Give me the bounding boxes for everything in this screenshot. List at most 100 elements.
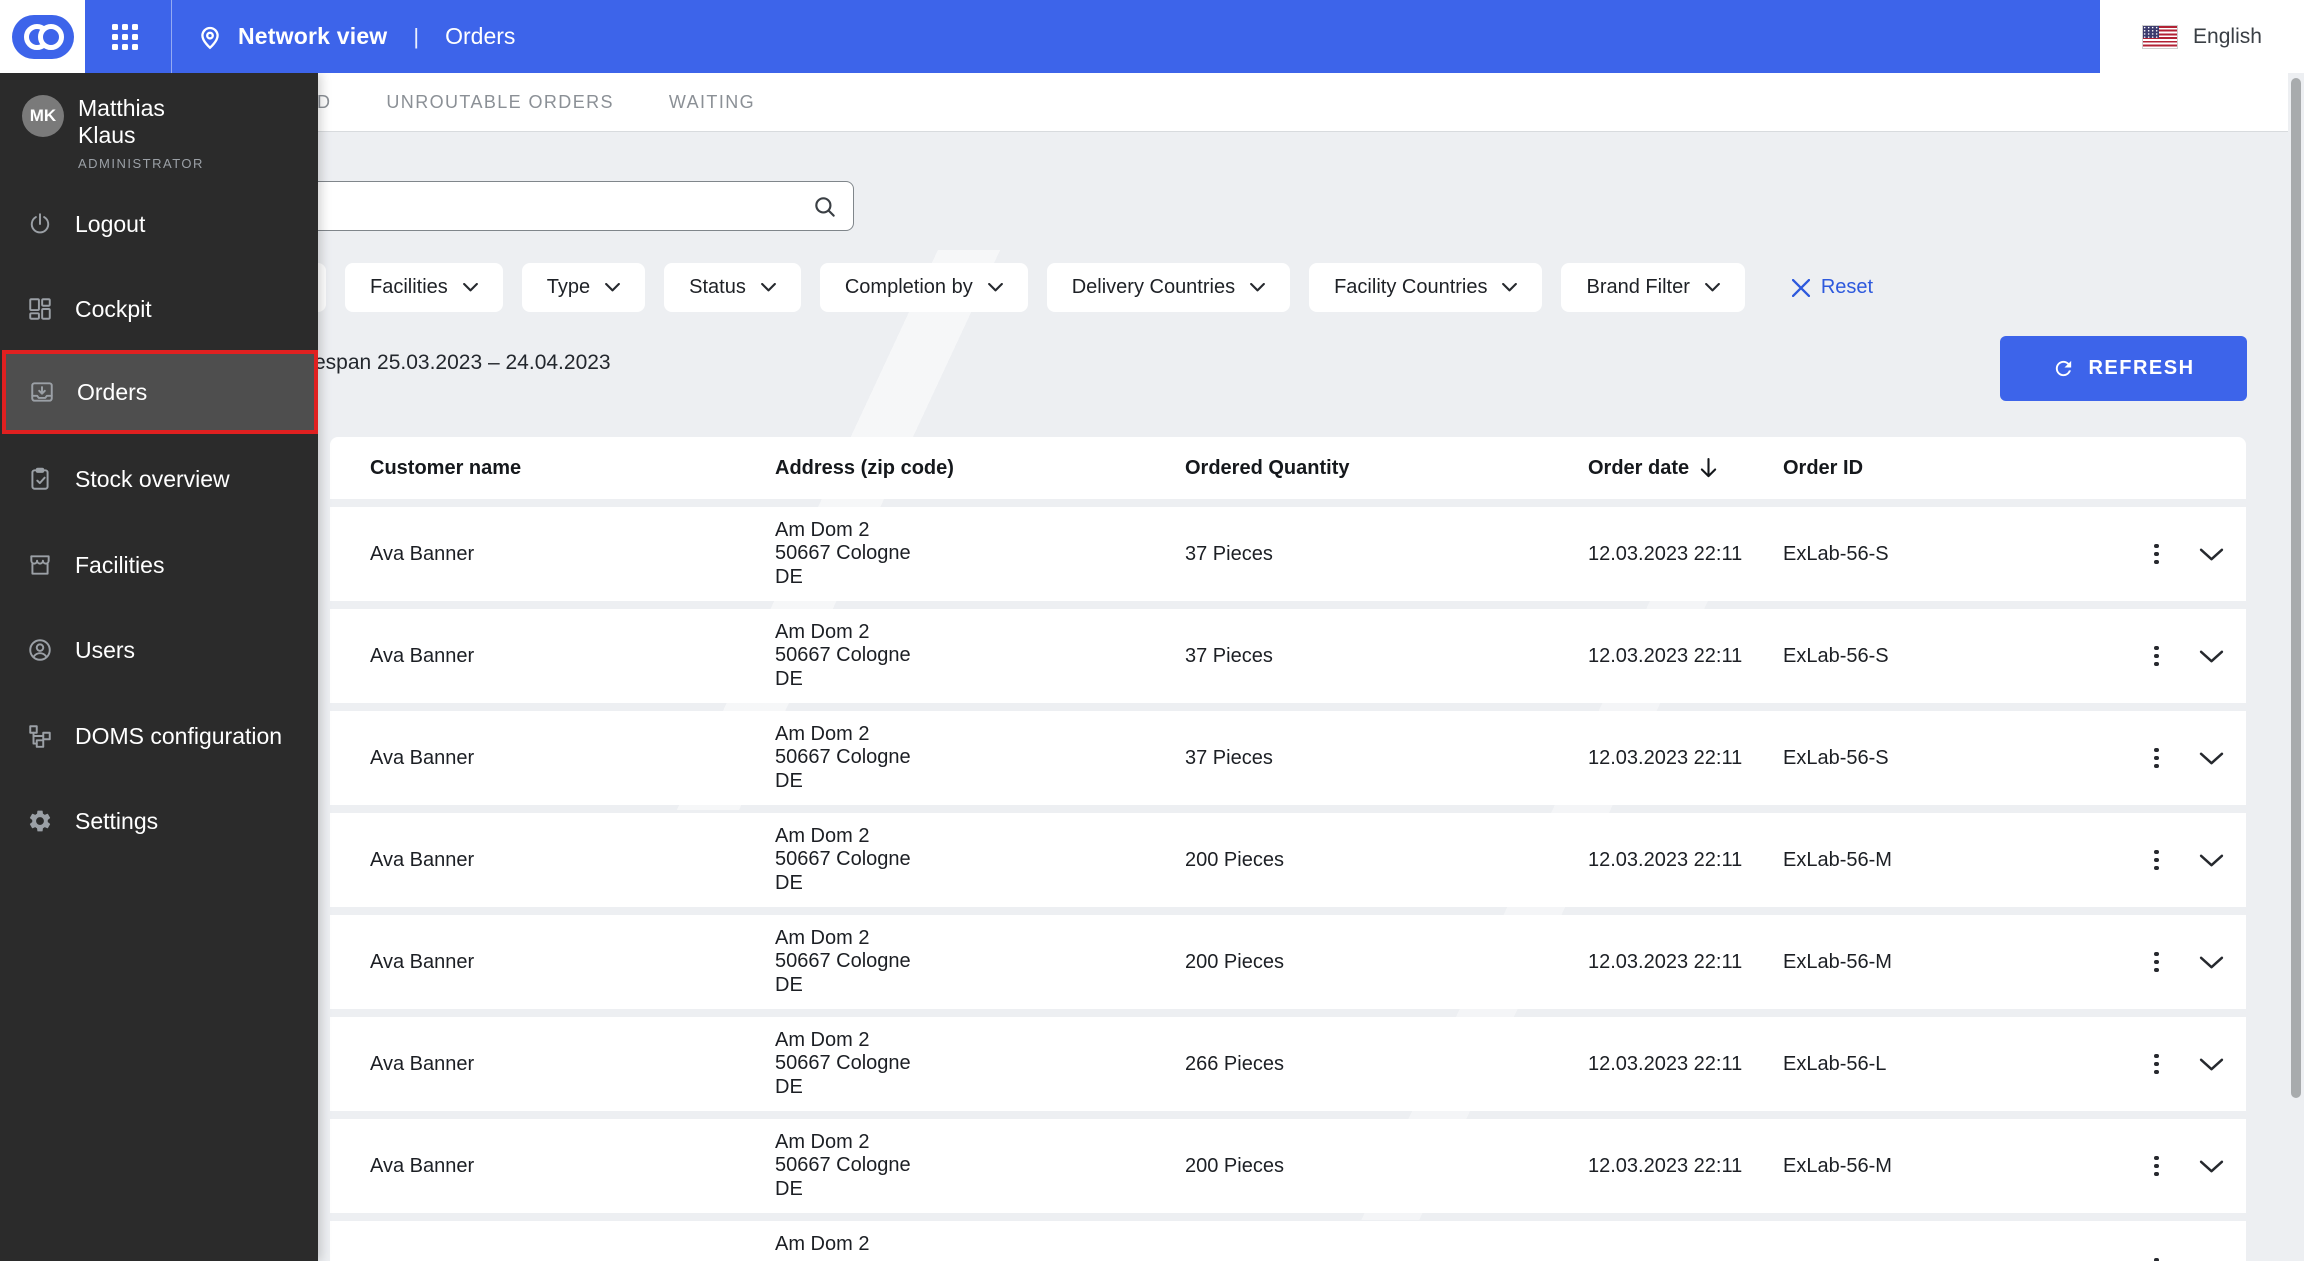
chevron-down-icon — [1704, 283, 1720, 292]
row-expand-button[interactable] — [2195, 544, 2228, 565]
chevron-down-icon — [2199, 854, 2223, 866]
row-menu-button[interactable] — [2148, 946, 2165, 979]
filter-chip-status[interactable]: Status — [664, 263, 801, 312]
customer-name-cell: Ava Banner — [370, 644, 475, 667]
chevron-down-icon — [1502, 283, 1518, 292]
sidebar-item-users[interactable]: Users — [0, 626, 318, 674]
address-line: 50667 Cologne — [775, 644, 911, 667]
ordered-quantity-cell: 37 Pieces — [1185, 542, 1273, 565]
address-line: DE — [775, 565, 803, 588]
sidebar-item-cockpit[interactable]: Cockpit — [0, 285, 318, 333]
address-line: 50667 Cologne — [775, 542, 911, 565]
table-row: Ava Banner Am Dom 2 50667 Cologne DE 37 Pi… — [330, 609, 2246, 703]
address-line: Am Dom 2 — [775, 1232, 870, 1255]
customer-name-cell: Ava Banner — [370, 542, 475, 565]
map-pin-icon — [196, 23, 224, 51]
row-expand-button[interactable] — [2195, 1054, 2228, 1075]
tab-unroutable-orders[interactable]: UNROUTABLE ORDERS — [386, 92, 614, 113]
row-menu-button[interactable] — [2148, 1150, 2165, 1183]
row-menu-button[interactable] — [2148, 538, 2165, 571]
order-id-cell: ExLab-56-L — [1783, 1052, 1887, 1075]
navigation-drawer: MK Matthias Klaus ADMINISTRATOR Logout C… — [0, 73, 318, 1261]
user-first-name: Matthias — [78, 95, 165, 121]
order-id-cell: ExLab-56-M — [1783, 1154, 1892, 1177]
sidebar-item-orders[interactable]: Orders — [2, 350, 318, 434]
language-label: English — [2193, 24, 2262, 48]
row-expand-button[interactable] — [2195, 1258, 2228, 1261]
row-expand-button[interactable] — [2195, 748, 2228, 769]
row-menu-button[interactable] — [2148, 742, 2165, 775]
close-icon — [1791, 278, 1810, 297]
title-separator: | — [413, 23, 420, 49]
order-id-cell: ExLab-56-S — [1783, 542, 1889, 565]
column-order-date[interactable]: Order date — [1588, 457, 1783, 480]
address-line: DE — [775, 1177, 803, 1200]
column-ordered-quantity: Ordered Quantity — [1185, 456, 1350, 479]
gear-icon — [29, 810, 51, 832]
refresh-label: REFRESH — [2088, 357, 2195, 379]
refresh-button[interactable]: REFRESH — [2000, 336, 2247, 401]
row-expand-button[interactable] — [2195, 1156, 2228, 1177]
customer-name-cell: Ava Banner — [370, 1052, 475, 1075]
row-expand-button[interactable] — [2195, 952, 2228, 973]
sidebar-item-logout[interactable]: Logout — [0, 200, 318, 248]
customer-name-cell: Ava Banner — [370, 746, 475, 769]
ordered-quantity-cell: 266 Pieces — [1185, 1052, 1284, 1075]
row-menu-button[interactable] — [2148, 640, 2165, 673]
row-menu-button[interactable] — [2148, 1048, 2165, 1081]
language-selector[interactable]: English — [2100, 0, 2304, 73]
ordered-quantity-cell: 37 Pieces — [1185, 644, 1273, 667]
table-body: Ava Banner Am Dom 2 50667 Cologne DE 37 Pi… — [330, 507, 2246, 1261]
chevron-down-icon — [2199, 1058, 2223, 1070]
row-menu-button[interactable] — [2148, 1252, 2165, 1261]
address-line: 50667 Cologne — [775, 950, 911, 973]
top-bar-main: Network view | Orders — [85, 0, 2100, 73]
filter-chip-delivery-countries[interactable]: Delivery Countries — [1046, 263, 1291, 312]
row-expand-button[interactable] — [2195, 850, 2228, 871]
search-input[interactable] — [269, 186, 793, 226]
filter-chip-type[interactable]: Type — [521, 263, 646, 312]
table-row: Ava Banner Am Dom 2 50667 Cologne DE 200 P… — [330, 915, 2246, 1009]
topbar-divider — [171, 0, 172, 73]
tab-waiting[interactable]: WAITING — [669, 92, 755, 113]
app-switcher-icon[interactable] — [112, 23, 138, 50]
chevron-down-icon — [2199, 650, 2223, 662]
address-cell: Am Dom 2 — [775, 1233, 1185, 1261]
order-date-cell: 12.03.2023 22:11 — [1588, 1052, 1743, 1075]
filter-chip-facility-countries[interactable]: Facility Countries — [1309, 263, 1543, 312]
top-bar: Network view | Orders English — [0, 0, 2304, 73]
table-row: Ava Banner Am Dom 2 50667 Cologne DE 200 P… — [330, 1119, 2246, 1213]
sidebar-item-facilities[interactable]: Facilities — [0, 541, 318, 589]
reset-filters-button[interactable]: Reset — [1791, 276, 1873, 299]
row-menu-button[interactable] — [2148, 844, 2165, 877]
refresh-icon — [2056, 360, 2072, 377]
address-line: 50667 Cologne — [775, 746, 911, 769]
orders-tab-bar: D UNROUTABLE ORDERS WAITING — [0, 73, 2288, 132]
table-row: Am Dom 2 — [330, 1221, 2246, 1261]
us-flag-icon — [2142, 24, 2179, 49]
table-row: Ava Banner Am Dom 2 50667 Cologne DE 37 Pi… — [330, 711, 2246, 805]
sidebar-item-doms-configuration[interactable]: DOMS configuration — [0, 712, 318, 760]
order-date-cell: 12.03.2023 22:11 — [1588, 644, 1743, 667]
ordered-quantity-cell: 200 Pieces — [1185, 848, 1284, 871]
address-line: DE — [775, 667, 803, 690]
filter-chip-completion-by[interactable]: Completion by — [819, 263, 1028, 312]
brand-logo-icon — [11, 14, 74, 59]
filter-chip-facilities[interactable]: Facilities — [345, 263, 503, 312]
app-logo[interactable] — [0, 0, 85, 73]
customer-name-cell: Ava Banner — [370, 848, 475, 871]
tab-partial[interactable]: D — [317, 92, 331, 113]
order-id-cell: ExLab-56-M — [1783, 848, 1892, 871]
customer-name-cell: Ava Banner — [370, 950, 475, 973]
vertical-scrollbar[interactable] — [2291, 78, 2301, 1098]
ordered-quantity-cell: 200 Pieces — [1185, 950, 1284, 973]
address-line: 50667 Cologne — [775, 1154, 911, 1177]
clipboard-check-icon — [31, 467, 49, 490]
sidebar-item-stock-overview[interactable]: Stock overview — [0, 455, 318, 503]
order-id-cell: ExLab-56-M — [1783, 950, 1892, 973]
search-icon[interactable] — [812, 194, 838, 220]
sidebar-item-settings[interactable]: Settings — [0, 797, 318, 845]
avatar: MK — [22, 95, 64, 137]
filter-chip-brand-filter[interactable]: Brand Filter — [1561, 263, 1745, 312]
row-expand-button[interactable] — [2195, 646, 2228, 667]
